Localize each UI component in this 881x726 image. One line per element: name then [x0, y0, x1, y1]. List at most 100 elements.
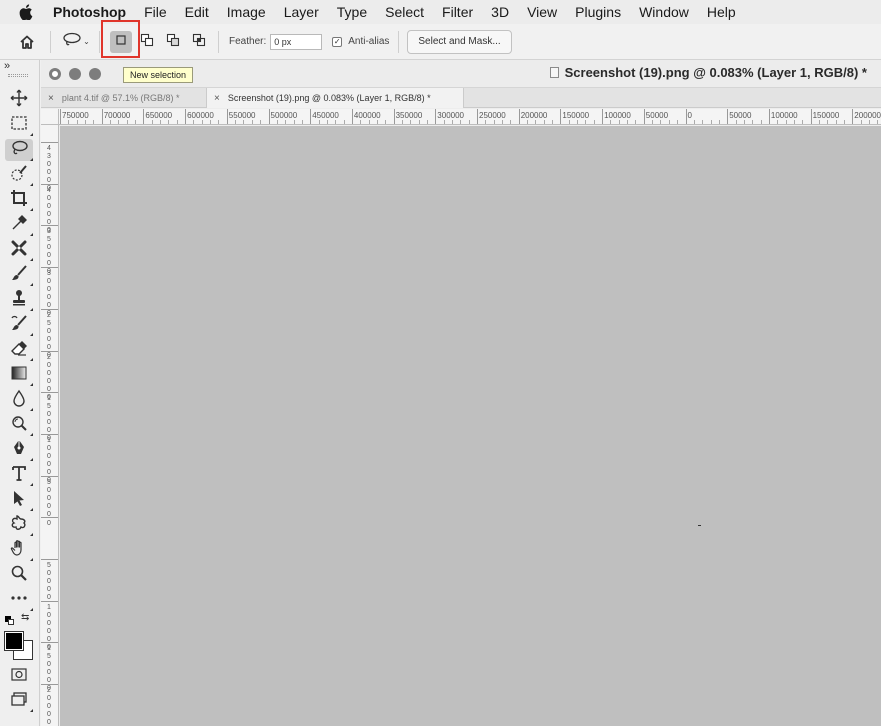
panel-grip[interactable] [8, 74, 28, 77]
foreground-color-swatch[interactable] [4, 631, 24, 651]
ruler-minor-tick [218, 120, 220, 124]
crop-tool[interactable] [5, 189, 33, 211]
ruler-minor-tick [135, 120, 137, 124]
ruler-minor-tick [718, 120, 720, 124]
hand-icon [10, 539, 28, 562]
document-tab-active[interactable]: × Screenshot (19).png @ 0.083% (Layer 1,… [207, 88, 464, 108]
crop-icon [10, 189, 28, 212]
ruler-minor-tick [785, 120, 787, 124]
document-tab[interactable]: × plant 4.tif @ 57.1% (RGB/8) * [41, 88, 207, 108]
ruler-tick [393, 109, 395, 124]
ruler-label: 150000 [812, 111, 840, 120]
ruler-minor-tick [110, 120, 112, 124]
ruler-label: 150000 [562, 111, 590, 120]
ruler-minor-tick [401, 120, 403, 124]
subtract-from-selection-icon [166, 33, 180, 50]
quick-mask-button[interactable] [5, 665, 33, 687]
pen-tool[interactable] [5, 439, 33, 461]
close-tab-icon[interactable]: × [48, 93, 54, 104]
apple-logo-icon[interactable] [0, 4, 52, 20]
rectangular-marquee-icon [10, 114, 28, 137]
home-icon[interactable] [16, 31, 38, 53]
more-tools-icon [10, 589, 28, 612]
collapse-panel-icon[interactable]: » [4, 60, 10, 72]
ruler-minor-tick [668, 120, 670, 124]
hand-tool[interactable] [5, 539, 33, 561]
canvas[interactable] [60, 126, 881, 726]
ruler-minor-tick [343, 120, 345, 124]
ruler-minor-tick [877, 120, 879, 124]
ruler-label: 50000 [47, 562, 51, 601]
menu-edit[interactable]: Edit [176, 0, 218, 24]
custom-shape-icon [10, 514, 28, 537]
menu-view[interactable]: View [518, 0, 566, 24]
add-to-selection-button[interactable] [136, 31, 158, 53]
default-colors-icon[interactable] [5, 616, 14, 625]
history-brush-tool[interactable] [5, 314, 33, 336]
marquee-tool[interactable] [5, 114, 33, 136]
blur-tool[interactable] [5, 389, 33, 411]
tool-preset-picker[interactable]: ⌄ [59, 31, 93, 53]
ruler-tick [41, 392, 58, 394]
clone-stamp-tool[interactable] [5, 289, 33, 311]
move-icon [10, 89, 28, 112]
dodge-tool[interactable] [5, 414, 33, 436]
close-tab-icon[interactable]: × [214, 93, 220, 104]
menu-layer[interactable]: Layer [275, 0, 328, 24]
zoom-window-button[interactable] [89, 68, 101, 80]
select-and-mask-button[interactable]: Select and Mask... [407, 29, 512, 54]
healing-brush-tool[interactable] [5, 239, 33, 261]
gradient-tool[interactable] [5, 364, 33, 386]
menu-image[interactable]: Image [218, 0, 275, 24]
swap-colors-icon[interactable]: ⇆ [21, 612, 29, 623]
ruler-minor-tick [752, 120, 754, 124]
intersect-selection-button[interactable] [188, 31, 210, 53]
menu-file[interactable]: File [135, 0, 176, 24]
ruler-label: 350000 [395, 111, 423, 120]
horizontal-ruler[interactable]: 750000 700000 650000 600000 550000 500000 4500… [59, 109, 881, 125]
vertical-ruler[interactable]: 4300004000003500003000002500002000001500… [41, 125, 59, 726]
menu-type[interactable]: Type [328, 0, 376, 24]
type-tool[interactable] [5, 464, 33, 486]
menu-filter[interactable]: Filter [433, 0, 482, 24]
ruler-tick [351, 109, 353, 124]
ruler-minor-tick [743, 120, 745, 124]
custom-shape-tool[interactable] [5, 514, 33, 536]
feather-input[interactable] [270, 33, 323, 50]
zoom-tool[interactable] [5, 564, 33, 586]
document-titlebar: New selection Screenshot (19).png @ 0.08… [41, 60, 881, 88]
chevron-down-icon: ⌄ [83, 37, 90, 46]
ruler-origin[interactable] [41, 109, 59, 125]
ruler-label: 400000 [353, 111, 381, 120]
brush-tool[interactable] [5, 264, 33, 286]
menu-help[interactable]: Help [698, 0, 745, 24]
divider [50, 30, 51, 53]
ruler-minor-tick [818, 120, 820, 124]
screen-mode-button[interactable] [5, 690, 33, 712]
eraser-tool[interactable] [5, 339, 33, 361]
new-selection-button[interactable] [110, 30, 132, 53]
menu-plugins[interactable]: Plugins [566, 0, 630, 24]
menu-window[interactable]: Window [630, 0, 698, 24]
menu-select[interactable]: Select [376, 0, 433, 24]
clone-stamp-icon [10, 289, 28, 312]
ruler-minor-tick [160, 120, 162, 124]
subtract-from-selection-button[interactable] [162, 31, 184, 53]
lasso-tool[interactable] [5, 139, 33, 161]
more-tools-button[interactable] [5, 589, 33, 611]
ruler-minor-tick [802, 120, 804, 124]
path-selection-tool[interactable] [5, 489, 33, 511]
ruler-tick [41, 684, 58, 686]
ruler-minor-tick [151, 120, 153, 124]
ruler-tick [643, 109, 645, 124]
anti-alias-checkbox[interactable]: ✓ [332, 36, 343, 47]
ruler-minor-tick [710, 120, 712, 124]
menu-app-name[interactable]: Photoshop [52, 0, 135, 24]
menu-3d[interactable]: 3D [482, 0, 518, 24]
minimize-window-button[interactable] [69, 68, 81, 80]
eyedropper-tool[interactable] [5, 214, 33, 236]
quick-selection-tool[interactable] [5, 164, 33, 186]
move-tool[interactable] [5, 89, 33, 111]
close-window-button[interactable] [49, 68, 61, 80]
document-file-icon [549, 67, 559, 78]
